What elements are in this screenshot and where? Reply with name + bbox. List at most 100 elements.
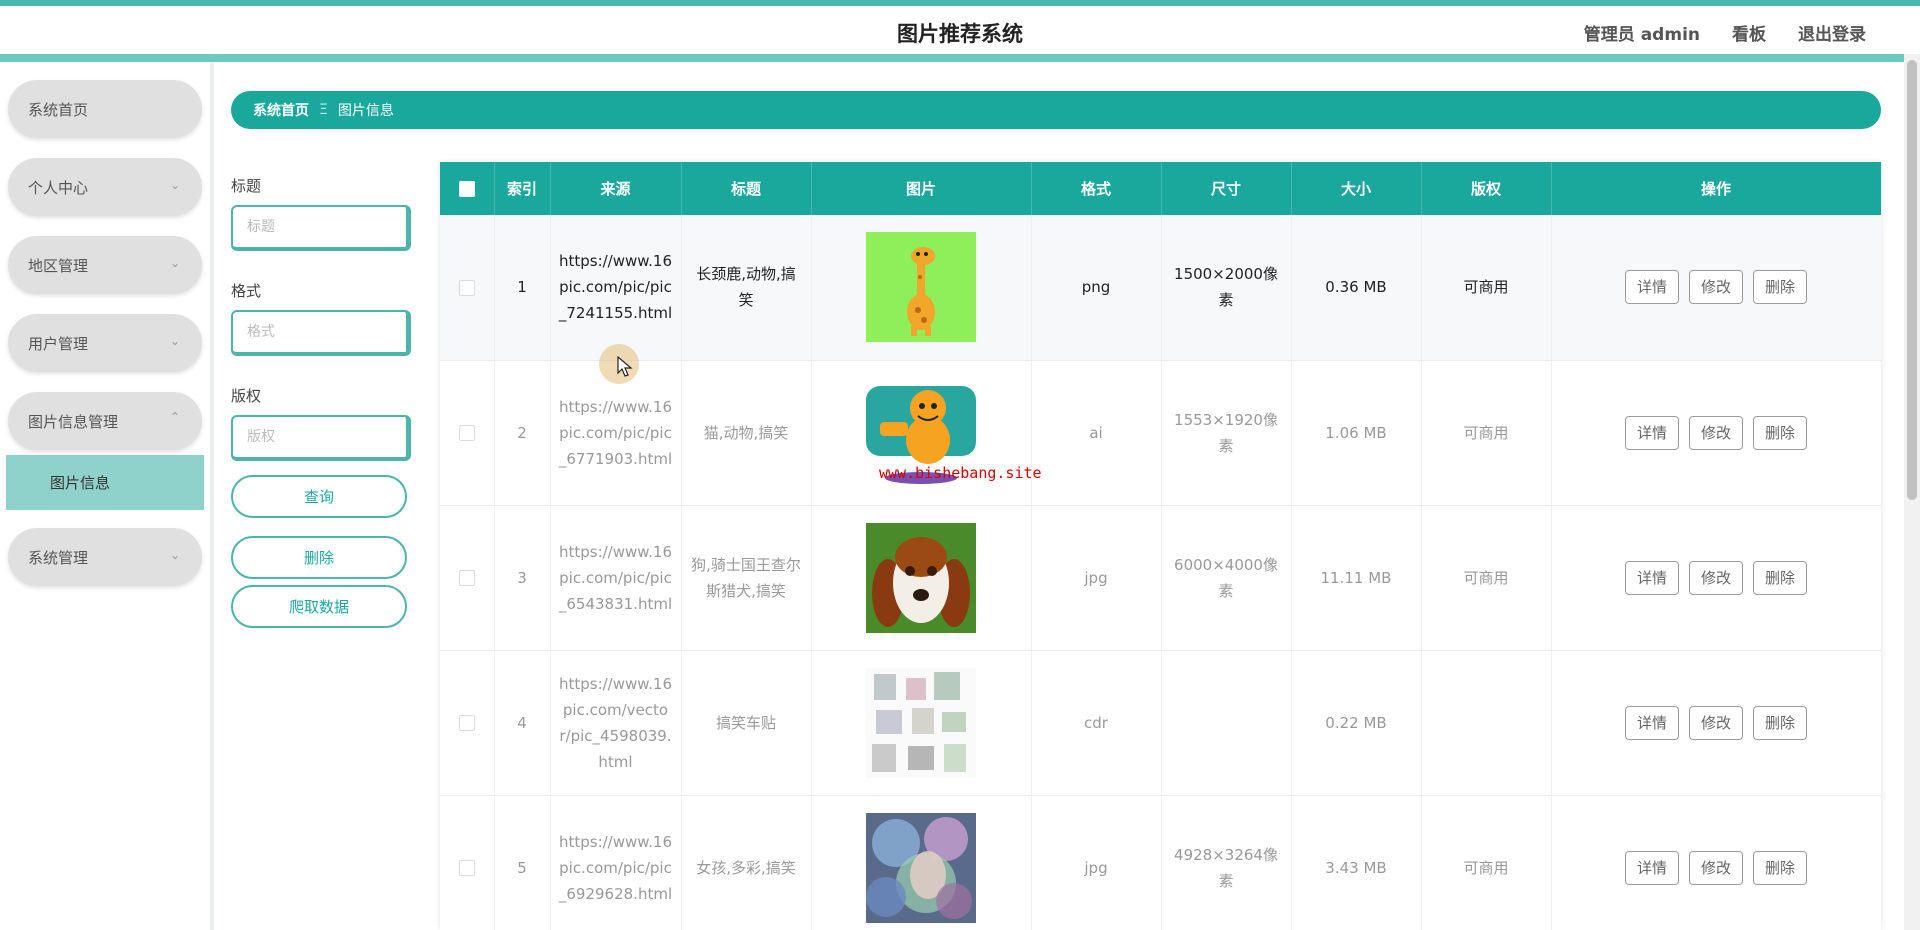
header-cell: 格式: [1031, 162, 1162, 215]
breadcrumb: 系统首页 Ξ 图片信息: [231, 91, 1881, 129]
car-stickers-image: [866, 667, 976, 778]
breadcrumb-separator: Ξ: [319, 102, 328, 118]
sidebar-item-label: 系统首页: [28, 100, 89, 119]
row-checkbox[interactable]: [458, 715, 475, 731]
cell-title: 女孩,多彩,搞笑: [681, 795, 812, 930]
mouse-pointer-icon: [617, 356, 633, 377]
header-cell: 标题: [681, 162, 812, 215]
cell-actions: 详情 修改 删除: [1551, 360, 1881, 506]
scrollbar-thumb[interactable]: [1907, 60, 1917, 500]
cell-image: [811, 795, 1032, 930]
format-filter-label: 格式: [231, 282, 262, 300]
row-checkbox[interactable]: [458, 860, 475, 876]
cell-index: 5: [494, 795, 551, 930]
top-header: 图片推荐系统 管理员 admin 看板 退出登录: [0, 6, 1920, 54]
sidebar: 系统首页 个人中心 ⌄ 地区管理 ⌄ 用户管理 ⌄ 图片信息管理 ⌃ 图片信息 …: [0, 62, 210, 930]
header-select-all[interactable]: [440, 162, 495, 215]
current-user[interactable]: 管理员 admin: [1584, 20, 1700, 45]
sidebar-item-label: 个人中心: [28, 178, 89, 197]
sidebar-item-label: 地区管理: [28, 256, 89, 275]
detail-button[interactable]: 详情: [1625, 415, 1679, 450]
sidebar-item-label: 系统管理: [28, 548, 89, 567]
header-cell: 版权: [1421, 162, 1552, 215]
detail-button[interactable]: 详情: [1625, 560, 1679, 595]
sidebar-divider: [210, 62, 214, 930]
cell-image: [811, 215, 1032, 361]
cell-index: 4: [494, 650, 551, 796]
cell-copyright: 可商用: [1421, 360, 1552, 506]
breadcrumb-current: 图片信息: [337, 103, 394, 119]
cell-actions: 详情 修改 删除: [1551, 505, 1881, 651]
delete-button[interactable]: 删除: [1753, 270, 1807, 305]
copyright-filter-input[interactable]: [231, 415, 411, 461]
table-row: 2 https://www.16pic.com/pic/pic_6771903.…: [440, 360, 1881, 506]
header-underline: [0, 54, 1920, 62]
chevron-down-icon: ⌄: [169, 256, 180, 270]
row-select[interactable]: [440, 795, 495, 930]
cell-filesize: 0.22 MB: [1291, 650, 1422, 796]
cell-source: https://www.16pic.com/pic/pic_6543831.ht…: [550, 505, 682, 651]
table-header-row: 索引 来源 标题 图片 格式 尺寸 大小 版权 操作: [440, 162, 1881, 215]
table-row: 5 https://www.16pic.com/pic/pic_6929628.…: [440, 795, 1881, 930]
format-filter-input[interactable]: [231, 310, 411, 356]
header-cell: 图片: [811, 162, 1032, 215]
header-actions: 管理员 admin 看板 退出登录: [1584, 20, 1866, 45]
cell-size: 1553×1920像素: [1161, 360, 1292, 506]
cell-filesize: 1.06 MB: [1291, 360, 1422, 506]
sidebar-item-system[interactable]: 系统管理 ⌄: [8, 528, 202, 586]
cell-index: 2: [494, 360, 551, 506]
row-checkbox[interactable]: [458, 570, 475, 586]
vertical-scrollbar[interactable]: [1904, 54, 1920, 930]
row-select[interactable]: [440, 650, 495, 796]
dashboard-link[interactable]: 看板: [1732, 20, 1766, 45]
logout-link[interactable]: 退出登录: [1798, 20, 1866, 45]
sidebar-item-image-info-mgmt[interactable]: 图片信息管理 ⌃: [8, 392, 202, 450]
table-row: 4 https://www.16pic.com/vector/pic_45980…: [440, 650, 1881, 796]
edit-button[interactable]: 修改: [1689, 560, 1743, 595]
breadcrumb-home[interactable]: 系统首页: [253, 100, 309, 120]
title-filter-label: 标题: [231, 177, 262, 195]
delete-button[interactable]: 删除: [1753, 560, 1807, 595]
cell-actions: 详情 修改 删除: [1551, 650, 1881, 796]
batch-delete-button[interactable]: 删除: [231, 536, 407, 579]
row-select[interactable]: [440, 360, 495, 506]
cell-actions: 详情 修改 删除: [1551, 215, 1881, 361]
cell-source: https://www.16pic.com/vector/pic_4598039…: [550, 650, 682, 796]
title-filter-input[interactable]: [231, 205, 411, 251]
delete-button[interactable]: 删除: [1753, 415, 1807, 450]
header-cell: 尺寸: [1161, 162, 1292, 215]
delete-button[interactable]: 删除: [1753, 705, 1807, 740]
sidebar-item-users[interactable]: 用户管理 ⌄: [8, 314, 202, 372]
detail-button[interactable]: 详情: [1625, 270, 1679, 305]
row-checkbox[interactable]: [458, 425, 475, 441]
edit-button[interactable]: 修改: [1689, 270, 1743, 305]
sidebar-subitem-image-info[interactable]: 图片信息: [6, 455, 204, 510]
chevron-down-icon: ⌄: [169, 178, 180, 192]
edit-button[interactable]: 修改: [1689, 705, 1743, 740]
cell-copyright: 可商用: [1421, 795, 1552, 930]
sidebar-item-home[interactable]: 系统首页: [8, 80, 202, 138]
query-button[interactable]: 查询: [231, 475, 407, 518]
sidebar-item-region[interactable]: 地区管理 ⌄: [8, 236, 202, 294]
sidebar-subitem-label: 图片信息: [50, 474, 111, 492]
cell-title: 长颈鹿,动物,搞笑: [681, 215, 812, 361]
image-info-table: 索引 来源 标题 图片 格式 尺寸 大小 版权 操作 1 https://www…: [440, 162, 1881, 930]
row-checkbox[interactable]: [458, 279, 475, 296]
edit-button[interactable]: 修改: [1689, 415, 1743, 450]
table-row: 1 https://www.16pic.com/pic/pic_7241155.…: [440, 215, 1881, 361]
cell-filesize: 3.43 MB: [1291, 795, 1422, 930]
edit-button[interactable]: 修改: [1689, 850, 1743, 885]
select-all-checkbox[interactable]: [458, 181, 475, 197]
delete-button[interactable]: 删除: [1753, 850, 1807, 885]
cell-source: https://www.16pic.com/pic/pic_6929628.ht…: [550, 795, 682, 930]
detail-button[interactable]: 详情: [1625, 705, 1679, 740]
detail-button[interactable]: 详情: [1625, 850, 1679, 885]
crawl-data-button[interactable]: 爬取数据: [231, 585, 407, 628]
row-select[interactable]: [440, 215, 495, 361]
row-select[interactable]: [440, 505, 495, 651]
sidebar-item-personal-center[interactable]: 个人中心 ⌄: [8, 158, 202, 216]
watermark-text: www.bishebang.site: [879, 464, 1042, 482]
cell-index: 1: [494, 215, 551, 361]
cell-image: [811, 650, 1032, 796]
cell-format: cdr: [1031, 650, 1162, 796]
